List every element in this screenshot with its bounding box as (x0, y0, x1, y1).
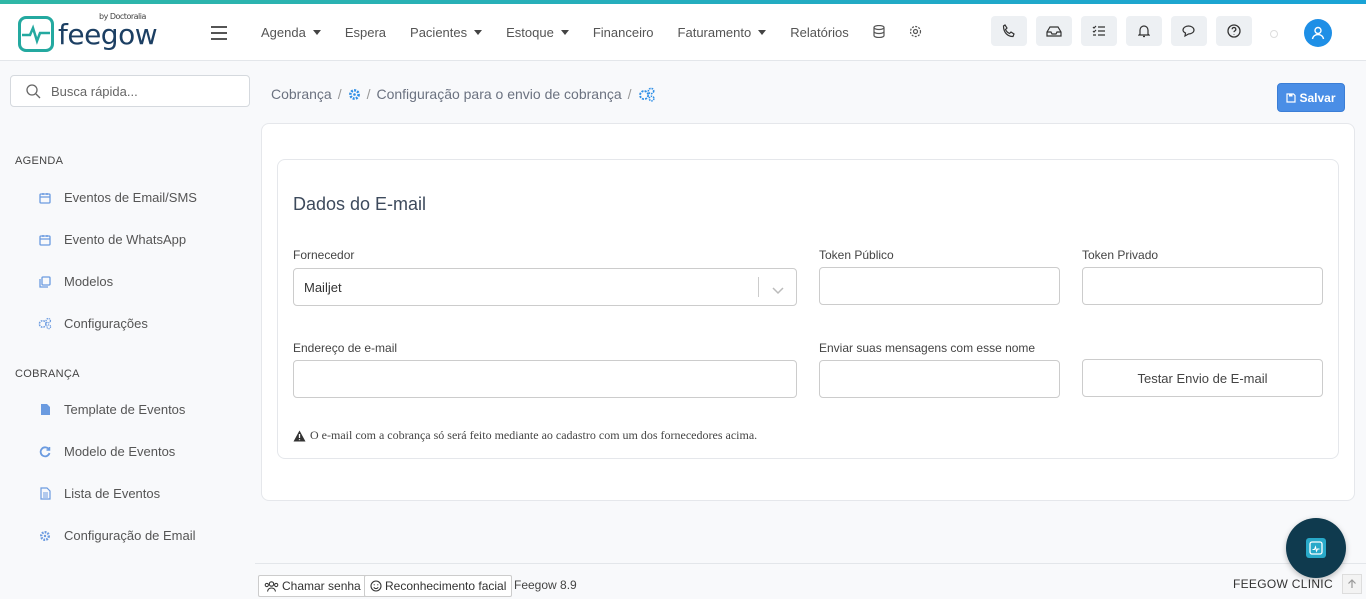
search-icon (26, 83, 41, 98)
nav-faturamento[interactable]: Faturamento (678, 25, 767, 40)
breadcrumb-gear-icon[interactable] (348, 88, 361, 101)
save-icon (1286, 92, 1297, 103)
gear-icon[interactable] (909, 25, 922, 41)
copy-icon (38, 275, 52, 289)
sidebar-section-agenda: AGENDA (15, 155, 64, 167)
search-placeholder: Busca rápida... (51, 83, 138, 99)
floating-assistant-button[interactable] (1286, 518, 1346, 578)
sidebar-item-template-eventos[interactable]: Template de Eventos (38, 402, 185, 417)
checklist-button[interactable] (1081, 16, 1117, 46)
fornecedor-select[interactable]: Mailjet (293, 268, 797, 306)
logo-tagline: by Doctoralia (99, 11, 146, 21)
sidebar-item-lista-eventos[interactable]: Lista de Eventos (38, 486, 160, 501)
main-nav: Agenda Espera Pacientes Estoque Financei… (261, 4, 946, 61)
sender-name-label: Enviar suas mensagens com esse nome (819, 341, 1036, 355)
card-title: Dados do E-mail (293, 194, 427, 214)
phone-button[interactable] (991, 16, 1027, 46)
gear-icon (38, 529, 52, 543)
caret-down-icon (560, 30, 569, 35)
file-icon (38, 403, 52, 417)
caret-down-icon (312, 30, 321, 35)
nav-estoque[interactable]: Estoque (506, 25, 569, 40)
caret-down-icon (758, 30, 767, 35)
user-avatar[interactable] (1304, 19, 1332, 47)
token-privado-input[interactable] (1082, 267, 1323, 305)
token-privado-label: Token Privado (1082, 248, 1159, 262)
caret-down-icon (474, 30, 483, 35)
email-input[interactable] (293, 360, 797, 398)
help-icon (1227, 24, 1241, 38)
save-button[interactable]: Salvar (1277, 83, 1345, 112)
footer-bar: Chamar senha Reconhecimento facial Feego… (255, 563, 1366, 599)
logo-text: feegow (58, 17, 158, 51)
email-data-card (277, 159, 1339, 459)
checklist-icon (1092, 25, 1105, 36)
token-publico-input[interactable] (819, 267, 1060, 305)
chat-button[interactable] (1171, 16, 1207, 46)
bell-icon (1138, 25, 1150, 38)
user-icon (1311, 26, 1325, 40)
calendar-icon (38, 233, 52, 247)
breadcrumb-cobranca[interactable]: Cobrança (271, 86, 332, 102)
fornecedor-label: Fornecedor (293, 248, 355, 262)
sidebar-item-configuracoes[interactable]: Configurações (38, 316, 148, 331)
chat-icon (1181, 24, 1195, 37)
sender-name-input[interactable] (819, 360, 1060, 398)
call-password-button[interactable]: Chamar senha (258, 575, 367, 597)
list-file-icon (38, 487, 52, 501)
sidebar-item-modelos[interactable]: Modelos (38, 274, 113, 289)
gears-icon (38, 317, 52, 331)
token-publico-label: Token Público (819, 248, 894, 262)
nav-espera[interactable]: Espera (345, 25, 386, 40)
inbox-icon (1046, 26, 1062, 37)
nav-agenda[interactable]: Agenda (261, 25, 321, 40)
footer-brand: FEEGOW CLINIC (1233, 577, 1333, 591)
email-label: Endereço de e-mail (293, 341, 398, 355)
breadcrumb-gears-icon (638, 87, 656, 102)
breadcrumb: Cobrança / / Configuração para o envio d… (271, 86, 656, 102)
warning-note: O e-mail com a cobrança só será feito me… (293, 428, 757, 443)
calendar-icon (38, 191, 52, 205)
nav-relatorios[interactable]: Relatórios (790, 25, 849, 40)
refresh-icon (38, 445, 52, 459)
breadcrumb-config-envio[interactable]: Configuração para o envio de cobrança (376, 86, 621, 102)
sidebar-section-cobranca: COBRANÇA (15, 368, 80, 380)
assistant-icon (1306, 538, 1326, 558)
users-icon (264, 580, 279, 592)
toolbar-buttons (991, 16, 1261, 46)
status-dot (1270, 30, 1278, 38)
database-icon[interactable] (873, 24, 885, 41)
hamburger-menu-icon[interactable] (211, 26, 227, 44)
test-email-button[interactable]: Testar Envio de E-mail (1082, 359, 1323, 397)
scroll-top-button[interactable] (1342, 574, 1362, 594)
help-button[interactable] (1216, 16, 1252, 46)
fornecedor-value: Mailjet (304, 280, 342, 295)
logo-mark-icon (18, 16, 54, 52)
quick-search[interactable]: Busca rápida... (10, 75, 250, 107)
inbox-button[interactable] (1036, 16, 1072, 46)
phone-icon (1002, 24, 1015, 38)
app-version: Feegow 8.9 (514, 578, 577, 592)
sidebar-item-evento-whatsapp[interactable]: Evento de WhatsApp (38, 232, 186, 247)
sidebar-item-modelo-eventos[interactable]: Modelo de Eventos (38, 444, 175, 459)
feegow-logo[interactable]: by Doctoralia feegow (18, 12, 158, 52)
nav-pacientes[interactable]: Pacientes (410, 25, 483, 40)
chevron-down-icon (772, 282, 784, 300)
face-recognition-button[interactable]: Reconhecimento facial (364, 575, 513, 597)
nav-financeiro[interactable]: Financeiro (593, 25, 654, 40)
warning-icon (293, 430, 306, 441)
notifications-button[interactable] (1126, 16, 1162, 46)
sidebar-item-eventos-email-sms[interactable]: Eventos de Email/SMS (38, 190, 197, 205)
sidebar-item-configuracao-email[interactable]: Configuração de Email (38, 528, 196, 543)
smile-icon (370, 580, 382, 592)
arrow-up-icon (1348, 579, 1356, 588)
